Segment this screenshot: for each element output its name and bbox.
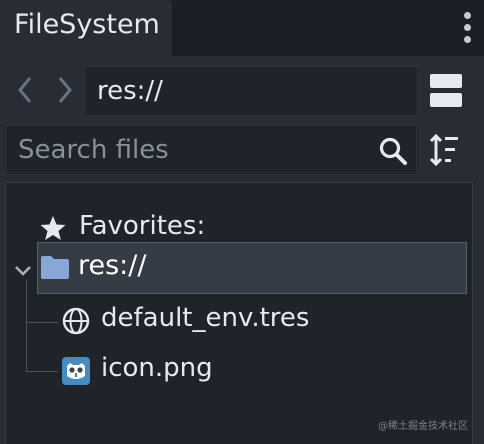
tree-guide-line [26,371,58,372]
tree-item-res-label: res:// [78,250,147,281]
kebab-menu-icon[interactable] [458,10,478,46]
star-icon [39,214,67,242]
tab-filesystem[interactable]: FileSystem [0,0,172,56]
tree-item-label: default_env.tres [101,303,310,333]
chevron-right-icon[interactable] [52,72,76,108]
tree-item-label: icon.png [101,353,213,383]
favorites-label: Favorites: [79,211,206,241]
split-view-icon[interactable] [430,74,462,108]
tree-guide-line [26,279,27,371]
chevron-left-icon[interactable] [14,72,38,108]
globe-icon [61,306,91,336]
tree-item-res-root[interactable]: res:// [37,242,467,294]
path-field[interactable]: res:// [84,66,418,116]
file-tree: Favorites: res:// default_env.tres icon.… [5,182,473,444]
watermark: @稀土掘金技术社区 [378,421,468,432]
folder-icon [40,254,70,280]
tab-bar: FileSystem [0,0,484,56]
search-icon[interactable] [378,136,408,166]
search-field[interactable] [5,125,417,175]
tree-guide-line [26,322,58,323]
sort-icon[interactable] [428,132,464,168]
tab-filesystem-label: FileSystem [14,9,160,40]
search-input[interactable] [18,132,358,168]
path-text: res:// [97,76,163,106]
godot-logo-icon [61,356,91,386]
chevron-down-icon[interactable] [14,263,32,277]
